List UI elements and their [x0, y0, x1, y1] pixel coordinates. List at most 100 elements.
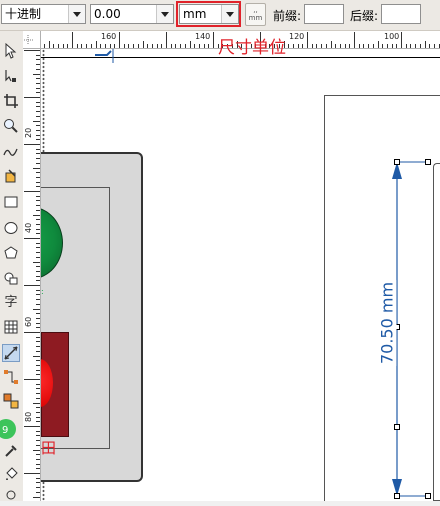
ruler-tick [36, 54, 40, 56]
ruler-tick [36, 186, 40, 188]
ruler-tick [24, 426, 40, 427]
ruler-tick [36, 346, 40, 348]
drawing-canvas[interactable]: 田 : 70.50 mm [41, 49, 440, 501]
ruler-tick [36, 200, 40, 202]
ruler-label: 40 [24, 222, 33, 233]
ruler-tick [33, 261, 40, 263]
prefix-input[interactable] [304, 4, 344, 24]
vertical-ruler[interactable]: 20 40 60 80 [23, 48, 41, 501]
dimension-value-text[interactable]: 70.50 mm [377, 279, 397, 367]
ruler-tick [36, 205, 40, 207]
ruler-tick [133, 44, 135, 48]
ruler-tick [189, 41, 191, 48]
ruler-tick [36, 195, 40, 197]
ruler-tick [36, 223, 40, 225]
ruler-tick [36, 491, 40, 493]
zoom-tool-icon[interactable] [2, 118, 20, 136]
ruler-tick [36, 92, 40, 94]
chevron-down-icon[interactable] [68, 5, 85, 23]
ruler-tick [36, 411, 40, 413]
ruler-tick [33, 449, 40, 451]
precision-select[interactable]: 0.00 [90, 4, 174, 24]
number-format-value: 十进制 [5, 7, 42, 21]
ruler-tick [339, 44, 341, 48]
freehand-tool-icon[interactable] [2, 143, 20, 161]
precision-value: 0.00 [94, 7, 121, 21]
ruler-tick [36, 148, 40, 150]
ruler-tick [311, 44, 313, 48]
ruler-tick [424, 41, 426, 48]
table-tool-icon[interactable] [2, 319, 20, 337]
ruler-tick [36, 327, 40, 329]
ruler-tick [36, 153, 40, 155]
outline-tool-icon[interactable] [2, 488, 20, 506]
ruler-tick [36, 336, 40, 338]
ruler-tick [36, 416, 40, 418]
ruler-tick [33, 167, 40, 169]
ruler-tick [36, 266, 40, 268]
ruler-tick [36, 477, 40, 479]
ruler-label: 160 [101, 32, 117, 41]
ruler-tick [161, 44, 163, 48]
ruler-tick [36, 294, 40, 296]
ruler-tick [36, 407, 40, 409]
ruler-tick [36, 247, 40, 249]
ruler-tick [36, 111, 40, 113]
eyedropper-tool-icon[interactable] [2, 443, 20, 461]
connector-tool-icon[interactable] [2, 369, 20, 387]
ruler-tick [419, 44, 421, 48]
ruler-tick [36, 463, 40, 465]
crop-tool-icon[interactable] [2, 93, 20, 111]
fill-tool-icon[interactable] [2, 467, 20, 485]
text-tool-icon[interactable]: 字 [2, 294, 20, 312]
ruler-tick [36, 209, 40, 211]
smart-fill-tool-icon[interactable] [2, 168, 20, 186]
ruler-tick [128, 44, 130, 48]
ruler-label: 60 [24, 316, 33, 327]
ruler-tick [36, 162, 40, 164]
ruler-tick [36, 64, 40, 66]
ruler-origin-corner[interactable] [23, 31, 41, 49]
ruler-tick [36, 421, 40, 423]
rectangle-tool-icon[interactable] [2, 194, 20, 212]
pick-tool-icon[interactable] [2, 42, 20, 61]
blend-tool-icon[interactable] [2, 393, 20, 411]
basic-shapes-tool-icon[interactable] [2, 270, 20, 288]
ruler-tick [36, 397, 40, 399]
ruler-tick [354, 32, 355, 48]
ruler-tick [57, 44, 59, 48]
ruler-tick [36, 374, 40, 376]
ruler-tick [405, 44, 407, 48]
dimension-tool-icon[interactable] [2, 344, 20, 362]
ruler-tick [36, 115, 40, 117]
ruler-tick [36, 468, 40, 470]
ruler-tick [123, 44, 125, 48]
unit-highlight-box [176, 1, 241, 27]
number-format-select[interactable]: 十进制 [1, 4, 86, 24]
ruler-tick [288, 44, 290, 48]
ruler-tick [36, 158, 40, 160]
shape-tool-icon[interactable] [2, 68, 20, 86]
ruler-tick [33, 308, 40, 310]
ruler-tick [302, 44, 304, 48]
ellipse-tool-icon[interactable] [2, 220, 20, 238]
ruler-tick [415, 44, 417, 48]
ruler-tick [104, 44, 106, 48]
polygon-tool-icon[interactable] [2, 245, 20, 263]
ruler-tick [36, 383, 40, 385]
ruler-tick [377, 41, 379, 48]
ruler-tick [36, 87, 40, 89]
ruler-tick [36, 299, 40, 301]
suffix-input[interactable] [381, 4, 421, 24]
show-units-button[interactable]: ,, mm [245, 3, 266, 26]
ruler-tick [401, 32, 402, 48]
ruler-tick [36, 369, 40, 371]
ruler-tick [292, 44, 294, 48]
chevron-down-icon[interactable] [156, 5, 173, 23]
ruler-tick [316, 44, 318, 48]
ruler-tick [36, 219, 40, 221]
ruler-tick [208, 44, 210, 48]
guide-marker-icon [95, 49, 114, 63]
ruler-tick [36, 393, 40, 395]
ruler-tick [72, 32, 73, 48]
